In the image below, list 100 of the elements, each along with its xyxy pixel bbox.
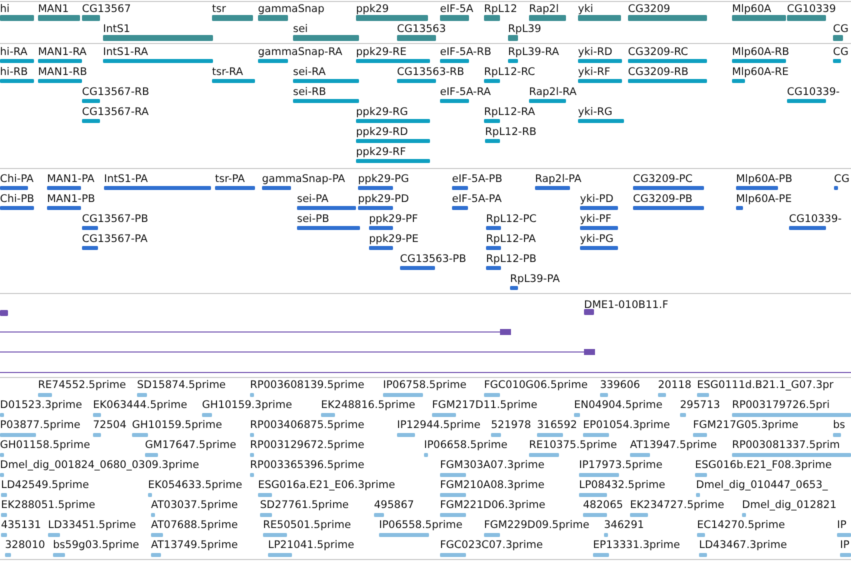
feature-label: LD43467.3prime (699, 539, 787, 551)
feature-label: RpL12-PC (486, 213, 537, 225)
feature-bar[interactable] (584, 309, 594, 315)
feature-label: yki-PD (580, 193, 614, 205)
feature-label: Chi-PA (0, 173, 34, 185)
feature-label: RP003179726.5pri (732, 399, 830, 411)
feature-bar[interactable] (358, 206, 393, 210)
feature-bar[interactable] (82, 226, 98, 230)
feature-bar[interactable] (491, 433, 501, 437)
feature-bar[interactable] (696, 493, 700, 497)
feature-bar[interactable] (1, 513, 7, 517)
feature-bar[interactable] (510, 286, 518, 290)
feature-bar[interactable] (697, 533, 705, 537)
feature-label: ppk29-RD (356, 126, 408, 138)
feature-bar[interactable] (151, 513, 155, 517)
feature-label: Mlp60A-PE (736, 193, 792, 205)
feature-bar[interactable] (699, 553, 707, 557)
alignment-line[interactable] (0, 328, 512, 336)
feature-bar[interactable] (574, 413, 580, 417)
feature-bar[interactable] (5, 553, 11, 557)
feature-bar[interactable] (250, 433, 254, 437)
feature-label: CG3209-PB (633, 193, 693, 205)
feature-label: Dmel_dig_010447_0653_ (696, 479, 828, 491)
feature-bar[interactable] (736, 206, 743, 210)
feature-bar[interactable] (137, 393, 147, 397)
feature-bar[interactable] (1, 533, 7, 537)
feature-bar[interactable] (358, 186, 393, 190)
feature-bar[interactable] (250, 453, 254, 457)
feature-label: ppk29-RF (356, 146, 406, 158)
feature-bar[interactable] (250, 393, 254, 397)
feature-label: sei (293, 23, 308, 35)
feature-bar[interactable] (250, 473, 254, 477)
feature-label: LD33451.5prime (48, 519, 136, 531)
feature-bar[interactable] (47, 206, 81, 210)
feature-bar[interactable] (369, 226, 393, 230)
feature-bar[interactable] (840, 553, 851, 557)
feature-bar[interactable] (93, 433, 101, 437)
feature-bar[interactable] (374, 513, 384, 517)
alignment-line[interactable] (0, 348, 596, 356)
feature-label: EK234727.5prime (630, 499, 724, 511)
feature-bar[interactable] (202, 413, 212, 417)
feature-label: FGM303A07.3prime (440, 459, 544, 471)
feature-label: 328010 (5, 539, 46, 551)
feature-bar[interactable] (484, 15, 500, 21)
feature-bar[interactable] (82, 246, 98, 250)
feature-bar[interactable] (0, 473, 4, 477)
feature-bar[interactable] (47, 186, 81, 190)
feature-bar[interactable] (148, 493, 152, 497)
feature-bar[interactable] (508, 35, 518, 41)
feature-bar[interactable] (508, 59, 518, 63)
feature-label: ESG016b.E21_F08.3prime (695, 459, 832, 471)
feature-bar[interactable] (833, 35, 843, 41)
feature-bar[interactable] (742, 513, 746, 517)
feature-label: gammaSnap-RA (258, 46, 342, 58)
feature-bar[interactable] (535, 186, 570, 190)
feature-label: FGC010G06.5prime (484, 379, 588, 391)
feature-bar[interactable] (0, 453, 4, 457)
feature-label: IP (840, 539, 850, 551)
feature-label: tsr-RA (212, 66, 244, 78)
feature-bar[interactable] (833, 433, 841, 437)
feature-label: EK063444.5prime (93, 399, 188, 411)
feature-bar[interactable] (452, 186, 468, 190)
feature-label: GM17647.5prime (145, 439, 236, 451)
feature-bar[interactable] (604, 533, 608, 537)
feature-bar[interactable] (0, 206, 34, 210)
feature-bar[interactable] (452, 206, 468, 210)
feature-bar[interactable] (424, 453, 428, 457)
feature-label: GH10159.3prime (202, 399, 292, 411)
feature-bar[interactable] (658, 393, 666, 397)
feature-bar[interactable] (93, 413, 101, 417)
feature-bar[interactable] (0, 413, 4, 417)
feature-label: ppk29-RG (356, 106, 408, 118)
feature-label: EK288051.5prime (1, 499, 96, 511)
feature-bar[interactable] (151, 553, 161, 557)
feature-bar[interactable] (1, 493, 7, 497)
feature-bar[interactable] (486, 266, 501, 270)
feature-label: CG13567-RB (82, 86, 150, 98)
feature-bar[interactable] (262, 186, 291, 190)
feature-bar[interactable] (600, 393, 608, 397)
feature-bar[interactable] (680, 413, 686, 417)
feature-bar[interactable] (833, 59, 841, 63)
feature-label: sei-PA (297, 193, 328, 205)
feature-label: eIF-5A (440, 3, 474, 15)
feature-bar[interactable] (400, 266, 435, 270)
feature-label: hi-RB (0, 66, 28, 78)
feature-bar[interactable] (834, 186, 838, 190)
feature-label: AT13749.5prime (151, 539, 238, 551)
feature-bar[interactable] (82, 15, 100, 21)
feature-bar[interactable] (486, 226, 501, 230)
feature-label: Mlp60A-PB (736, 173, 792, 185)
feature-bar[interactable] (0, 310, 8, 316)
feature-label: IntS1-PA (104, 173, 148, 185)
feature-label: CG3209-RC (628, 46, 688, 58)
feature-label: eIF-5A-PB (452, 173, 502, 185)
feature-bar[interactable] (486, 246, 501, 250)
feature-label: LD42549.5prime (1, 479, 89, 491)
feature-label: D01523.3prime (0, 399, 82, 411)
feature-label: hi-RA (0, 46, 28, 58)
feature-bar[interactable] (0, 186, 28, 190)
feature-bar[interactable] (369, 246, 393, 250)
